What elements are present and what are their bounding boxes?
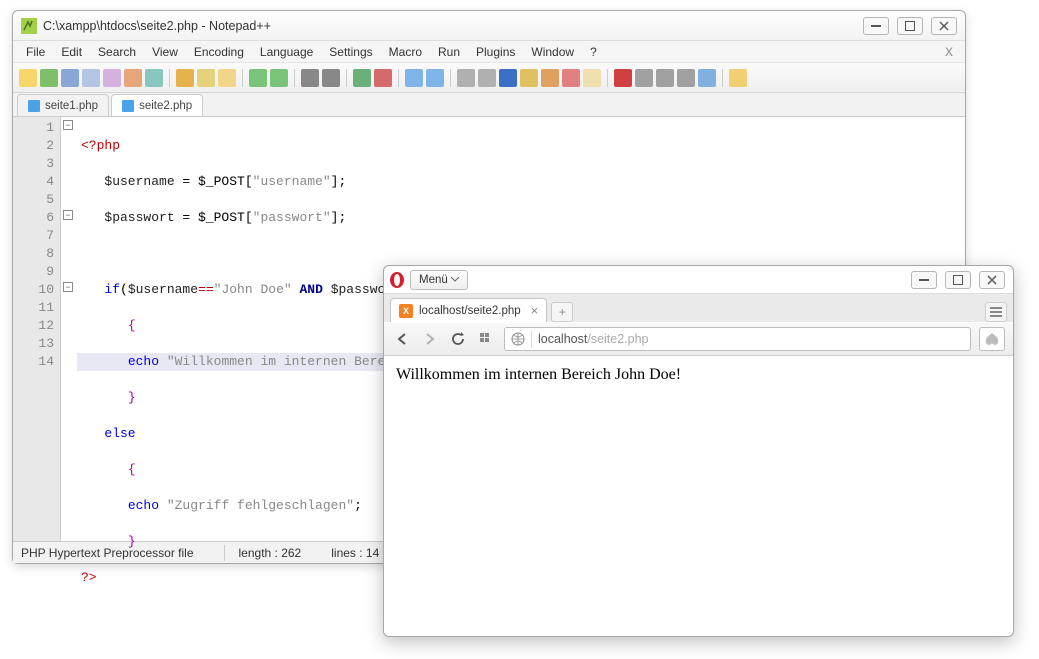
paste-icon[interactable] <box>218 69 236 87</box>
editor-tabs: seite1.php seite2.php <box>13 93 965 117</box>
globe-icon <box>511 332 525 346</box>
new-tab-button[interactable]: + <box>551 302 573 322</box>
save-macro-icon[interactable] <box>698 69 716 87</box>
toolbar <box>13 63 965 93</box>
menu-file[interactable]: File <box>19 43 52 61</box>
copy-icon[interactable] <box>197 69 215 87</box>
doc-map-icon[interactable] <box>541 69 559 87</box>
redo-icon[interactable] <box>270 69 288 87</box>
save-all-icon[interactable] <box>82 69 100 87</box>
tab-seite1[interactable]: seite1.php <box>17 94 109 116</box>
menubar: File Edit Search View Encoding Language … <box>13 41 965 63</box>
opera-icon <box>388 271 406 289</box>
func-list-icon[interactable] <box>562 69 580 87</box>
tab-label: localhost/seite2.php <box>419 305 521 317</box>
zoom-in-icon[interactable] <box>353 69 371 87</box>
menu-macro[interactable]: Macro <box>382 43 429 61</box>
save-icon[interactable] <box>61 69 79 87</box>
close-file-icon[interactable] <box>103 69 121 87</box>
menu-run[interactable]: Run <box>431 43 467 61</box>
stop-icon[interactable] <box>635 69 653 87</box>
browser-toolbar: localhost/seite2.php <box>384 322 1013 356</box>
file-icon <box>28 100 40 112</box>
xampp-icon: X <box>399 304 413 318</box>
url-host: localhost <box>538 332 587 346</box>
menu-window[interactable]: Window <box>524 43 581 61</box>
tab-label: seite1.php <box>45 100 98 112</box>
play-multi-icon[interactable] <box>677 69 695 87</box>
close-tab-icon[interactable]: × <box>531 303 539 318</box>
menu-encoding[interactable]: Encoding <box>187 43 251 61</box>
menu-label: Menü <box>419 274 448 286</box>
opera-menu-button[interactable]: Menü <box>410 270 468 290</box>
cut-icon[interactable] <box>176 69 194 87</box>
indent-guide-icon[interactable] <box>499 69 517 87</box>
menubar-x-icon[interactable]: X <box>939 45 959 59</box>
play-icon[interactable] <box>656 69 674 87</box>
close-all-icon[interactable] <box>124 69 142 87</box>
sync-h-icon[interactable] <box>426 69 444 87</box>
speed-dial-button[interactable] <box>476 329 496 349</box>
browser-tabbar: X localhost/seite2.php × + <box>384 294 1013 322</box>
fold-toggle-icon[interactable]: − <box>63 120 73 130</box>
page-text: Willkommen im internen Bereich John Doe! <box>396 366 681 383</box>
minimize-button[interactable] <box>863 17 889 35</box>
file-icon <box>122 100 134 112</box>
wrap-icon[interactable] <box>457 69 475 87</box>
reload-button[interactable] <box>448 329 468 349</box>
address-bar[interactable]: localhost/seite2.php <box>504 327 971 351</box>
user-lang-icon[interactable] <box>520 69 538 87</box>
menu-settings[interactable]: Settings <box>322 43 379 61</box>
menu-plugins[interactable]: Plugins <box>469 43 522 61</box>
notepad-plus-plus-icon <box>21 18 37 34</box>
menu-edit[interactable]: Edit <box>54 43 89 61</box>
fold-toggle-icon[interactable]: − <box>63 282 73 292</box>
new-file-icon[interactable] <box>19 69 37 87</box>
sync-v-icon[interactable] <box>405 69 423 87</box>
chevron-down-icon <box>451 277 459 282</box>
fold-toggle-icon[interactable]: − <box>63 210 73 220</box>
tab-menu-icon[interactable] <box>985 302 1007 322</box>
back-button[interactable] <box>392 329 412 349</box>
folder-icon[interactable] <box>583 69 601 87</box>
browser-tab[interactable]: X localhost/seite2.php × <box>390 298 547 322</box>
record-icon[interactable] <box>614 69 632 87</box>
window-title: C:\xampp\htdocs\seite2.php - Notepad++ <box>43 19 863 33</box>
monitor-icon[interactable] <box>729 69 747 87</box>
all-chars-icon[interactable] <box>478 69 496 87</box>
browser-content: Willkommen im internen Bereich John Doe! <box>384 356 1013 394</box>
opera-browser-window: Menü X localhost/seite2.php × + <box>383 265 1014 637</box>
minimize-button[interactable] <box>911 271 937 289</box>
npp-titlebar[interactable]: C:\xampp\htdocs\seite2.php - Notepad++ <box>13 11 965 41</box>
menu-language[interactable]: Language <box>253 43 320 61</box>
menu-help[interactable]: ? <box>583 43 604 61</box>
print-icon[interactable] <box>145 69 163 87</box>
replace-icon[interactable] <box>322 69 340 87</box>
forward-button[interactable] <box>420 329 440 349</box>
fold-column: − − − <box>61 117 77 541</box>
menu-view[interactable]: View <box>145 43 185 61</box>
find-icon[interactable] <box>301 69 319 87</box>
line-number-gutter: 1234567891011121314 <box>13 117 61 541</box>
zoom-out-icon[interactable] <box>374 69 392 87</box>
tab-seite2[interactable]: seite2.php <box>111 94 203 116</box>
undo-icon[interactable] <box>249 69 267 87</box>
open-file-icon[interactable] <box>40 69 58 87</box>
close-button[interactable] <box>979 271 1005 289</box>
close-button[interactable] <box>931 17 957 35</box>
menu-search[interactable]: Search <box>91 43 143 61</box>
bookmark-button[interactable] <box>979 327 1005 351</box>
url-path: /seite2.php <box>587 332 648 346</box>
tab-label: seite2.php <box>139 100 192 112</box>
maximize-button[interactable] <box>945 271 971 289</box>
maximize-button[interactable] <box>897 17 923 35</box>
browser-titlebar[interactable]: Menü <box>384 266 1013 294</box>
